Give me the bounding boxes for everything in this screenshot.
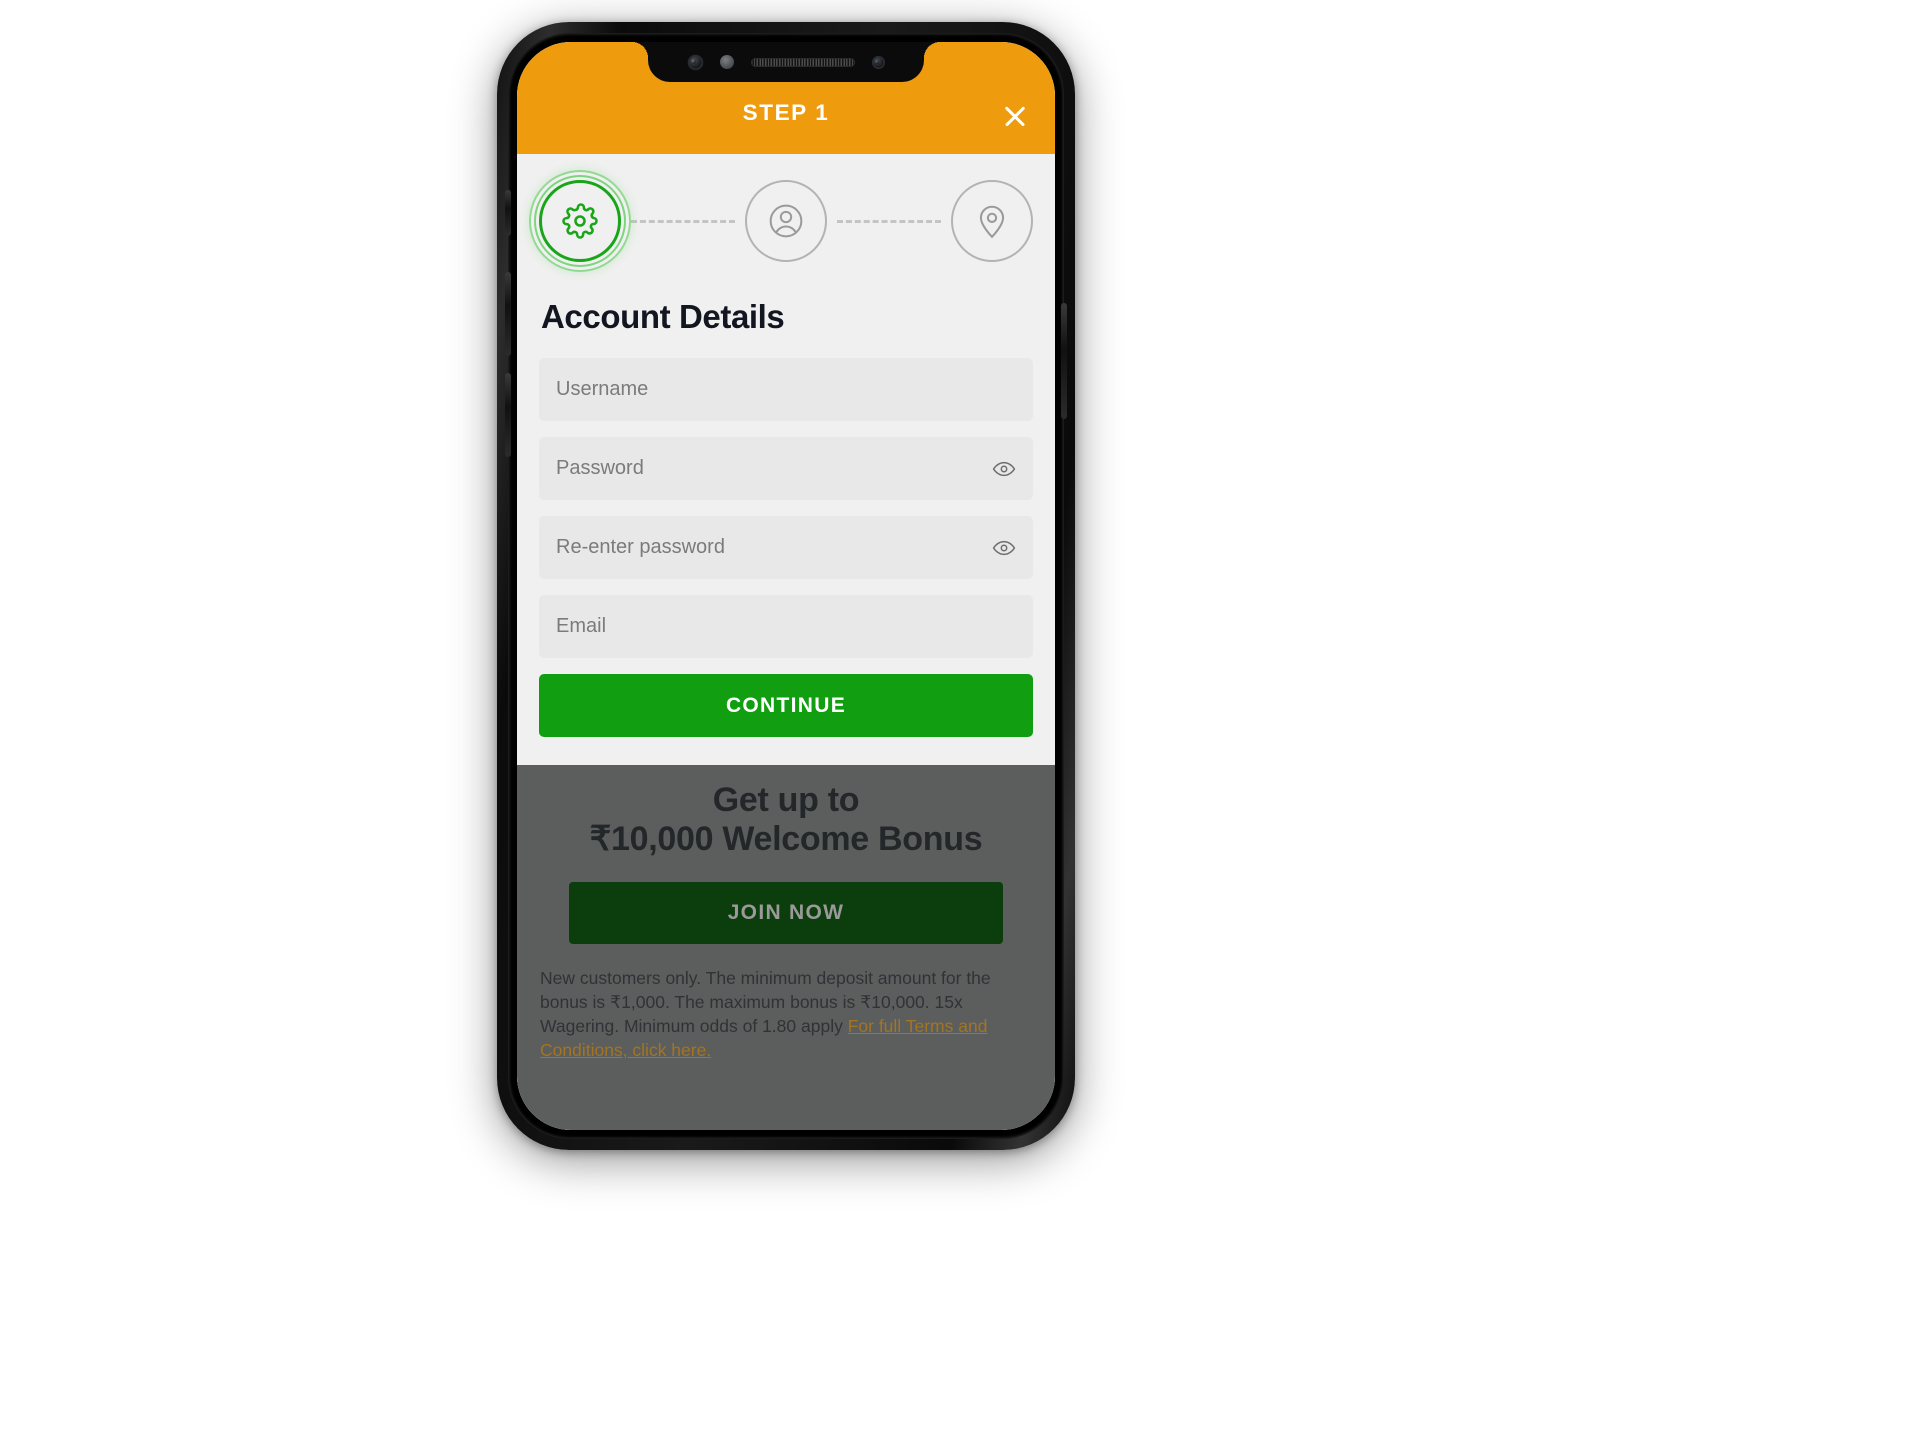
password-input[interactable]: [539, 437, 1033, 500]
location-pin-icon: [979, 205, 1005, 239]
volume-up-button[interactable]: [505, 272, 511, 356]
step-indicator: [539, 154, 1033, 272]
toggle-password-visibility-button[interactable]: [987, 452, 1021, 486]
confirm-password-input[interactable]: [539, 516, 1033, 579]
username-field[interactable]: [539, 358, 1033, 421]
bonus-headline-line2: ₹10,000 Welcome Bonus: [589, 820, 983, 859]
user-circle-icon: [769, 204, 803, 238]
close-icon[interactable]: [998, 99, 1032, 133]
toggle-confirm-password-visibility-button[interactable]: [987, 531, 1021, 565]
secondary-camera-icon: [871, 55, 885, 69]
form-area: Account Details Username Password Re-ent…: [517, 154, 1055, 765]
eye-icon: [992, 461, 1016, 476]
gear-icon: [562, 203, 598, 239]
terms-and-conditions-text: New customers only. The minimum deposit …: [539, 966, 1033, 1063]
step-3-address-details[interactable]: [951, 180, 1033, 262]
join-now-button[interactable]: JOIN NOW: [568, 881, 1004, 944]
step-connector-1: [631, 219, 735, 223]
bonus-headline-line1: Get up to: [712, 781, 860, 819]
front-camera-icon: [687, 54, 703, 70]
mute-switch-button[interactable]: [505, 190, 511, 236]
step-connector-2: [837, 219, 941, 223]
continue-button[interactable]: CONTINUE: [539, 674, 1033, 737]
eye-icon: [992, 540, 1016, 555]
username-input[interactable]: [539, 358, 1033, 421]
phone-screen: STEP 1 Account Details Username Password…: [517, 42, 1055, 1130]
confirm-password-field[interactable]: [539, 516, 1033, 579]
power-button[interactable]: [1061, 303, 1067, 419]
screenshot-canvas: STEP 1 Account Details Username Password…: [0, 0, 1920, 1440]
page-title: Account Details: [541, 298, 785, 335]
email-input[interactable]: [539, 595, 1033, 658]
email-field[interactable]: [539, 595, 1033, 658]
earpiece-speaker-icon: [750, 57, 855, 67]
phone-bezel: STEP 1 Account Details Username Password…: [505, 33, 1067, 1139]
registration-app: STEP 1 Account Details Username Password…: [517, 42, 1055, 1130]
phone-device: STEP 1 Account Details Username Password…: [497, 22, 1075, 1150]
proximity-sensor-icon: [719, 55, 734, 69]
volume-down-button[interactable]: [505, 373, 511, 457]
password-field[interactable]: [539, 437, 1033, 500]
phone-notch: [632, 42, 924, 82]
welcome-bonus-banner: Get up to ₹10,000 Welcome Bonus JOIN NOW…: [517, 765, 1055, 1130]
step-2-personal-details[interactable]: [745, 180, 827, 262]
step-1-account-details[interactable]: [539, 180, 621, 262]
